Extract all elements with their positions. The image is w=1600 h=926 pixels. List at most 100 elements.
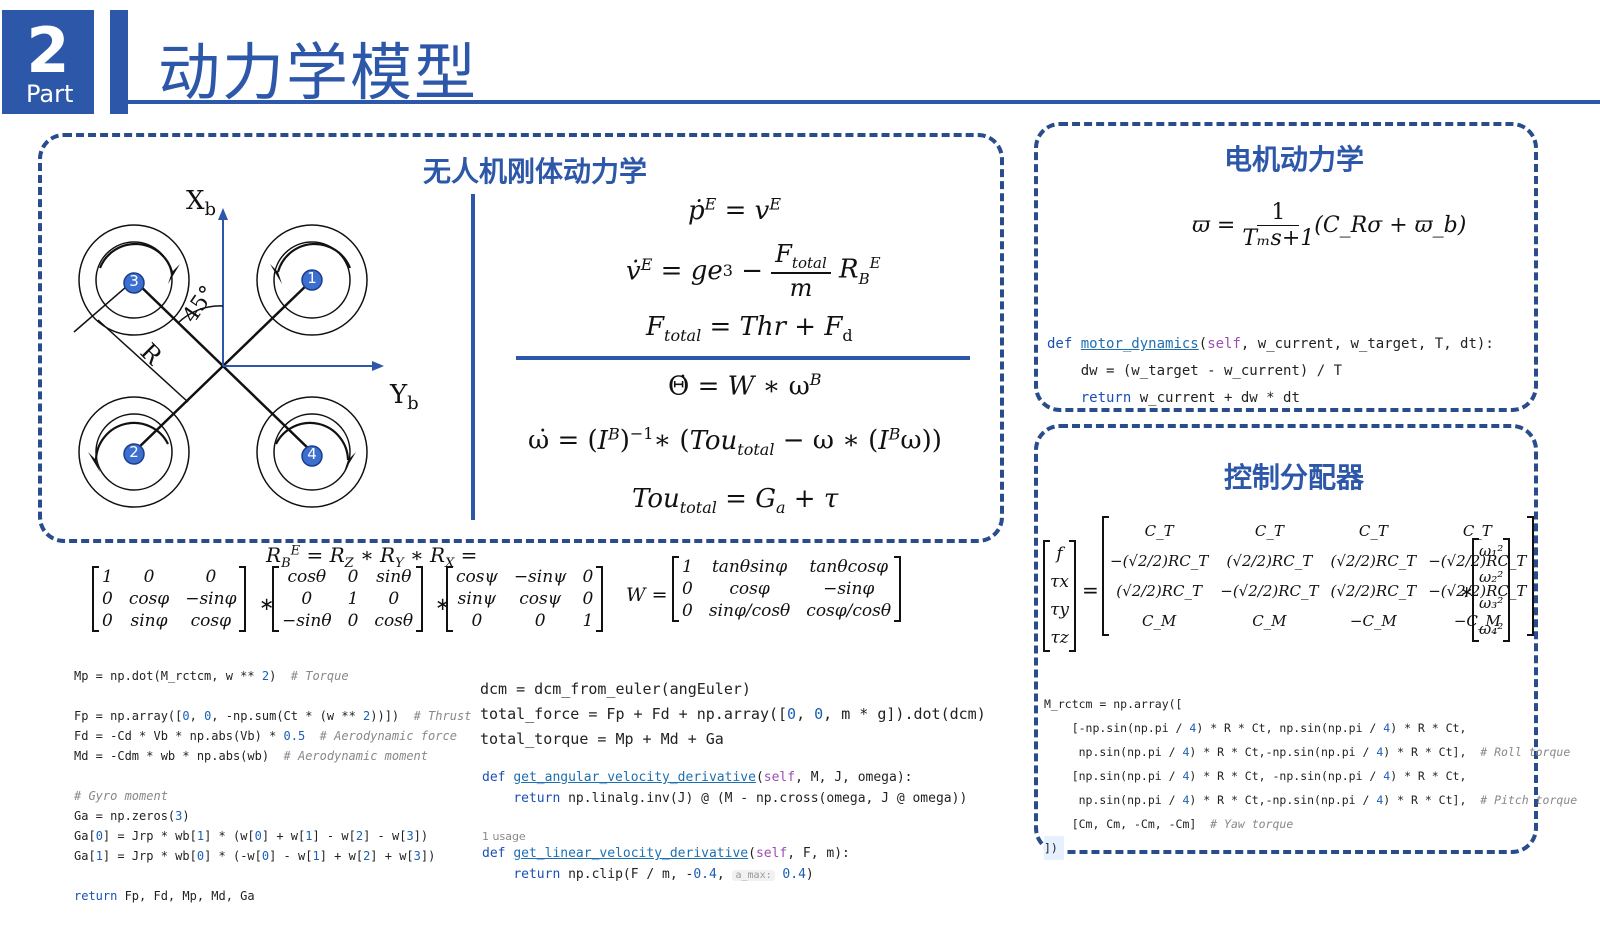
w-cell: cosφ <box>729 579 770 599</box>
rz-cell: 1 <box>582 611 594 631</box>
w-cell: −sinφ <box>823 579 875 599</box>
quadrotor-diagram <box>73 208 384 508</box>
part-badge: 2 Part <box>2 10 94 114</box>
axis-y-label: Yb <box>390 380 419 415</box>
motor-formula: ϖ = 1 Tₘs+1 (C_Rσ + ϖ_b) <box>1192 200 1467 251</box>
part-word: Part <box>26 80 74 108</box>
ry-matrix: cosθ 0 sinθ 0 1 0 −sinθ 0 cosθ <box>272 566 424 632</box>
code-line: def get_angular_velocity_derivative(self… <box>482 770 913 785</box>
code-derivatives: def get_angular_velocity_derivative(self… <box>482 746 967 907</box>
w-cell: 0 <box>682 601 693 621</box>
rx-cell: sinφ <box>130 611 168 631</box>
rz-cell: cosψ <box>519 589 562 609</box>
code-line: M_rctcm = np.array([ <box>1044 697 1183 711</box>
part-number: 2 <box>26 14 70 87</box>
ry-cell: sinθ <box>376 567 412 587</box>
eq-angular-accel: ω̇ = (IB)−1∗ (Toutotal − ω ∗ (IBω)) <box>528 424 942 459</box>
allocator-rhs-cell: ω₂² <box>1479 568 1504 586</box>
rx-cell: 0 <box>205 567 217 587</box>
motor-title: 电机动力学 <box>1223 143 1364 176</box>
ry-cell: cosθ <box>287 567 327 587</box>
code-line: [-np.sin(np.pi / 4) * R * Ct, np.sin(np.… <box>1044 721 1467 735</box>
ry-cell: −sinθ <box>282 611 332 631</box>
code-line: Ga[0] = Jrp * wb[1] * (w[0] + w[1] - w[2… <box>74 829 429 843</box>
rotor-label-4: 4 <box>307 445 317 463</box>
code-line: dcm = dcm_from_euler(angEuler) <box>480 680 751 698</box>
allocator-matrix-cell: C_T <box>1254 522 1284 540</box>
code-line: def motor_dynamics(self, w_current, w_ta… <box>1047 336 1494 352</box>
rx-cell: 1 <box>102 567 113 587</box>
rx-cell: cosφ <box>190 611 232 631</box>
rx-cell: −sinφ <box>185 589 237 609</box>
allocator-title: 控制分配器 <box>1223 461 1364 494</box>
rz-cell: 0 <box>582 567 594 587</box>
code-line: Fd = -Cd * Vb * np.abs(Vb) * 0.5 # Aerod… <box>74 729 457 743</box>
code-line: Md = -Cdm * wb * np.abs(wb) # Aerodynami… <box>74 749 429 763</box>
header-divider <box>128 100 1600 104</box>
eq-total-torque: Toutotal = Ga + τ <box>632 484 839 518</box>
page-title: 动力学模型 <box>158 36 479 109</box>
rx-cell: cosφ <box>128 589 170 609</box>
allocator-lhs-cell: τz <box>1050 628 1069 648</box>
code-line: return np.clip(F / m, -0.4, a_max: 0.4) <box>513 867 814 882</box>
code-line: Ga = np.zeros(3) <box>74 809 190 823</box>
equation-divider <box>516 356 970 360</box>
code-line: Mp = np.dot(M_rctcm, w ** 2) # Torque <box>74 669 349 683</box>
rotor-label-3: 3 <box>129 272 139 290</box>
rz-matrix: cosψ −sinψ 0 sinψ cosψ 0 0 0 1 <box>446 566 604 632</box>
allocator-lhs-cell: τx <box>1050 572 1069 592</box>
usage-hint[interactable]: 1 usage <box>482 830 967 843</box>
code-line: ]) <box>1044 836 1064 860</box>
param-hint: a_max: <box>732 870 775 881</box>
w-label: W = <box>626 584 668 606</box>
code-allocator: M_rctcm = np.array([ [-np.sin(np.pi / 4)… <box>1044 668 1577 884</box>
rz-cell: 0 <box>534 611 546 631</box>
eq-position: ṗE = vE <box>688 194 782 226</box>
code-line: np.sin(np.pi / 4) * R * Ct,-np.sin(np.pi… <box>1044 793 1578 807</box>
eq-total-force: Ftotal = Thr + Fd <box>646 312 853 346</box>
allocator-matrix-cell: (√2/2)RC_T <box>1330 582 1417 600</box>
ry-cell: 0 <box>301 589 313 609</box>
ry-cell: 0 <box>347 611 359 631</box>
code-line: return w_current + dw * dt <box>1080 390 1300 406</box>
allocator-rhs-cell: ω₃² <box>1479 594 1504 612</box>
rotor-label-1: 1 <box>307 269 317 287</box>
code-line: [Cm, Cm, -Cm, -Cm] # Yaw torque <box>1044 817 1294 831</box>
allocator-lhs-cell: f <box>1056 544 1063 564</box>
code-motor: def motor_dynamics(self, w_current, w_ta… <box>1047 304 1494 439</box>
rz-cell: 0 <box>471 611 483 631</box>
panel-vertical-divider <box>471 194 475 520</box>
allocator-matrix-cell: C_T <box>1144 522 1174 540</box>
allocator-matrix-cell: (√2/2)RC_T <box>1330 552 1417 570</box>
allocator-matrix-cell: −(√2/2)RC_T <box>1110 552 1209 570</box>
code-line: Fp = np.array([0, 0, -np.sum(Ct * (w ** … <box>74 709 472 723</box>
code-line: def get_linear_velocity_derivative(self,… <box>482 846 850 861</box>
code-line: total_force = Fp + Fd + np.array([0, 0, … <box>480 705 986 723</box>
allocator-matrix-cell: C_T <box>1358 522 1388 540</box>
code-line: Ga[1] = Jrp * wb[0] * (-w[0] - w[1] + w[… <box>74 849 436 863</box>
allocator-matrix-cell: C_M <box>1252 612 1287 630</box>
rz-cell: cosψ <box>456 567 498 587</box>
code-line: return np.linalg.inv(J) @ (M - np.cross(… <box>513 791 968 806</box>
allocator-rhs-cell: ω₁² <box>1479 542 1504 560</box>
ry-cell: cosθ <box>374 611 414 631</box>
code-dynamics-left: Mp = np.dot(M_rctcm, w ** 2) # Torque Fp… <box>74 646 471 926</box>
w-cell: 1 <box>682 557 693 577</box>
rx-cell: 0 <box>102 589 113 609</box>
ry-cell: 0 <box>347 567 359 587</box>
rx-cell: 0 <box>102 611 113 631</box>
rx-matrix: 1 0 0 0 cosφ −sinφ 0 sinφ cosφ <box>92 566 247 632</box>
rz-cell: 0 <box>582 589 594 609</box>
rz-cell: sinψ <box>457 589 497 609</box>
code-line: dw = (w_target - w_current) / T <box>1047 363 1343 379</box>
eq-euler-rate: Θ̇ = W ∗ ωB <box>668 370 822 402</box>
w-cell: 0 <box>682 579 693 599</box>
eq-velocity: v̇E = ge 3 − Ftotal m RBE <box>626 240 881 302</box>
allocator-matrix: C_T C_T C_T C_T −(√2/2)RC_T (√2/2)RC_T (√2/2)R… <box>1102 516 1535 636</box>
allocator-lhs-vector: f τx τy τz <box>1043 540 1077 652</box>
code-line: return Fp, Fd, Mp, Md, Ga <box>74 889 255 903</box>
allocator-rhs-cell: ω₄² <box>1479 620 1504 638</box>
code-line: np.sin(np.pi / 4) * R * Ct,-np.sin(np.pi… <box>1044 745 1571 759</box>
axis-x-label: Xb <box>186 186 217 221</box>
ry-cell: 1 <box>347 589 359 609</box>
